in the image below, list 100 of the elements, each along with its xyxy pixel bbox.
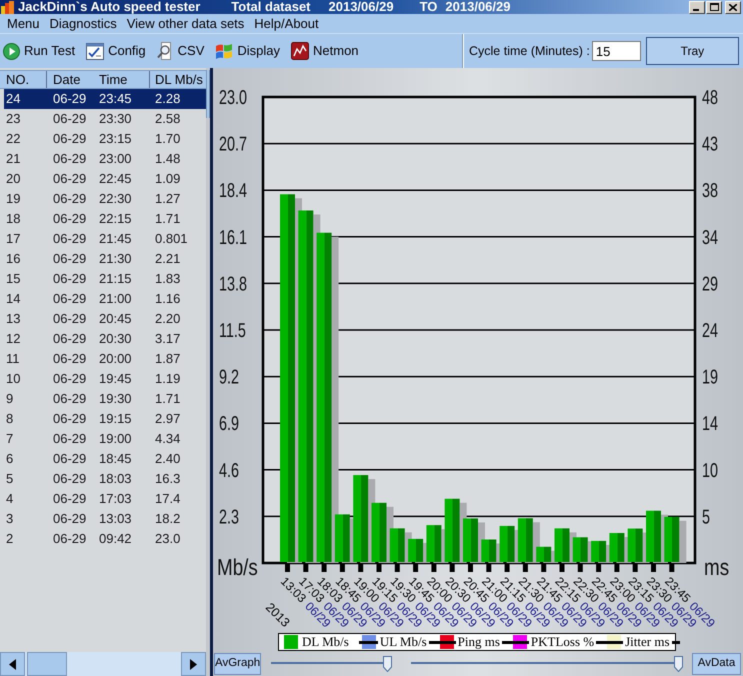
table-row[interactable]: 14 06-29 21:00 1.16 bbox=[4, 289, 206, 309]
axis-label: 18.4 bbox=[219, 178, 247, 202]
table-cell-text: 3.17 bbox=[154, 330, 182, 348]
table-row[interactable]: 18 06-29 22:15 1.71 bbox=[4, 209, 206, 229]
color-tiles-icon bbox=[215, 42, 234, 60]
table-row[interactable]: 7 06-29 19:00 4.34 bbox=[4, 429, 206, 449]
scroll-right-button[interactable] bbox=[181, 652, 206, 676]
table-cell-text: 18.2 bbox=[154, 510, 182, 528]
table-row[interactable]: 10 06-29 19:45 1.19 bbox=[4, 369, 206, 389]
legend-item[interactable]: PKTLoss % bbox=[510, 634, 604, 650]
tick-mark bbox=[560, 564, 564, 572]
table-cell-text: 1.83 bbox=[154, 270, 182, 288]
scrollbar-thumb[interactable] bbox=[27, 652, 67, 676]
table-row[interactable]: 20 06-29 22:45 1.09 bbox=[4, 169, 206, 189]
tick-mark bbox=[376, 564, 382, 572]
menu-item[interactable]: Help/About bbox=[249, 14, 324, 33]
cycle-time-input[interactable]: 15 bbox=[592, 41, 641, 61]
tick-mark bbox=[431, 564, 436, 572]
tick-mark bbox=[651, 564, 656, 572]
bar bbox=[390, 528, 405, 562]
table-cell-text: 13:03 bbox=[98, 510, 133, 528]
tick-mark bbox=[541, 564, 546, 572]
column-header[interactable]: Date bbox=[47, 71, 93, 88]
table-cell-text: 06-29 bbox=[52, 510, 88, 528]
table-cell-text: 19 bbox=[5, 190, 22, 208]
axis-label: 13.8 bbox=[219, 272, 247, 295]
tray-button[interactable]: Tray bbox=[646, 37, 739, 65]
table-row[interactable]: 21 06-29 23:00 1.48 bbox=[4, 149, 206, 169]
table-cell-text: 10 bbox=[5, 370, 22, 388]
maximize-button[interactable] bbox=[706, 0, 722, 14]
avdata-button[interactable]: AvData bbox=[692, 653, 741, 675]
table-row[interactable]: 17 06-29 21:45 0.801 bbox=[4, 229, 206, 249]
field-label: Cycle time (Minutes) : bbox=[469, 42, 590, 60]
menu-item[interactable]: View other data sets bbox=[122, 14, 250, 33]
table-cell-text: 17:03 bbox=[98, 490, 133, 508]
table-row[interactable]: 13 06-29 20:45 2.20 bbox=[4, 309, 206, 329]
slider-track[interactable] bbox=[411, 656, 683, 672]
table-row[interactable]: 12 06-29 20:30 3.17 bbox=[4, 329, 206, 349]
axis-label: 20.7 bbox=[219, 132, 247, 156]
config-button[interactable]: Config bbox=[86, 39, 146, 63]
close-button[interactable] bbox=[725, 0, 741, 14]
column-header[interactable]: DL Mb/s bbox=[150, 71, 206, 88]
table-row[interactable]: 24 06-29 23:45 2.28 bbox=[4, 89, 206, 109]
tick-mark bbox=[285, 564, 290, 572]
table-row[interactable]: 15 06-29 21:15 1.83 bbox=[4, 269, 206, 289]
table-row[interactable]: 3 06-29 13:03 18.2 bbox=[4, 509, 206, 529]
column-header[interactable]: NO. bbox=[0, 71, 47, 88]
legend-item[interactable]: Jitter ms bbox=[604, 634, 680, 650]
table-row[interactable]: 16 06-29 21:30 2.21 bbox=[4, 249, 206, 269]
table-cell-text: 06-29 bbox=[52, 90, 88, 108]
table-row[interactable]: 4 06-29 17:03 17.4 bbox=[4, 489, 206, 509]
dataset-label: Total dataset bbox=[231, 0, 311, 14]
table-cell-text: 20 bbox=[5, 170, 22, 188]
table-cell-text: 1.16 bbox=[154, 290, 182, 308]
legend-item[interactable]: DL Mb/s bbox=[281, 634, 359, 650]
table-row[interactable]: 2 06-29 09:42 23.0 bbox=[4, 529, 206, 549]
table-cell-text: 22:45 bbox=[98, 170, 133, 188]
table-cell-text: 06-29 bbox=[52, 450, 88, 468]
menu-item[interactable]: Menu bbox=[2, 14, 45, 33]
table-cell-text: 17.4 bbox=[154, 490, 182, 508]
slider-thumb[interactable] bbox=[383, 656, 392, 672]
table-row[interactable]: 5 06-29 18:03 16.3 bbox=[4, 469, 206, 489]
table-cell-text: 2.40 bbox=[154, 450, 182, 468]
bar bbox=[500, 526, 515, 562]
vertical-scrollbar[interactable] bbox=[206, 68, 210, 676]
minimize-button[interactable] bbox=[689, 0, 705, 14]
table-cell-text: 16.3 bbox=[154, 470, 182, 488]
legend-item[interactable]: UL Mb/s bbox=[358, 634, 437, 650]
table-cell-text: 06-29 bbox=[52, 370, 88, 388]
menu-item[interactable]: Diagnostics bbox=[44, 14, 122, 33]
table-row[interactable]: 6 06-29 18:45 2.40 bbox=[4, 449, 206, 469]
table-cell-text: 2 bbox=[5, 530, 14, 548]
display-button[interactable]: Display bbox=[215, 39, 280, 63]
horizontal-scrollbar[interactable] bbox=[0, 652, 206, 676]
legend-item[interactable]: Ping ms bbox=[436, 634, 510, 650]
axis-label: 38 bbox=[702, 178, 718, 202]
table-row[interactable]: 23 06-29 23:30 2.58 bbox=[4, 109, 206, 129]
slider-thumb[interactable] bbox=[674, 656, 683, 672]
table-cell-text: 24 bbox=[5, 90, 22, 108]
run-test-button[interactable]: Run Test bbox=[3, 39, 76, 63]
netmon-button[interactable]: Netmon bbox=[291, 39, 359, 63]
table-cell-text: 1.09 bbox=[154, 170, 182, 188]
table-cell-text: 0.801 bbox=[154, 230, 189, 248]
table-cell-text: 1.87 bbox=[154, 350, 182, 368]
avgraph-button[interactable]: AvGraph bbox=[214, 653, 261, 675]
table-cell-text: 18:45 bbox=[98, 450, 133, 468]
table-row[interactable]: 22 06-29 23:15 1.70 bbox=[4, 129, 206, 149]
slider-track[interactable] bbox=[271, 656, 392, 672]
axis-label: 34 bbox=[702, 225, 718, 248]
scroll-left-button[interactable] bbox=[0, 652, 25, 676]
table-cell-text: 22 bbox=[5, 130, 22, 148]
table-cell-text: 06-29 bbox=[52, 410, 88, 428]
csv-button[interactable]: CSV bbox=[156, 39, 204, 63]
table-row[interactable]: 9 06-29 19:30 1.71 bbox=[4, 389, 206, 409]
scrollbar-thumb[interactable] bbox=[206, 70, 210, 118]
table-row[interactable]: 8 06-29 19:15 2.97 bbox=[4, 409, 206, 429]
table-row[interactable]: 19 06-29 22:30 1.27 bbox=[4, 189, 206, 209]
column-header[interactable]: Time bbox=[93, 71, 150, 88]
table-cell-text: 1.48 bbox=[154, 150, 182, 168]
table-row[interactable]: 11 06-29 20:00 1.87 bbox=[4, 349, 206, 369]
